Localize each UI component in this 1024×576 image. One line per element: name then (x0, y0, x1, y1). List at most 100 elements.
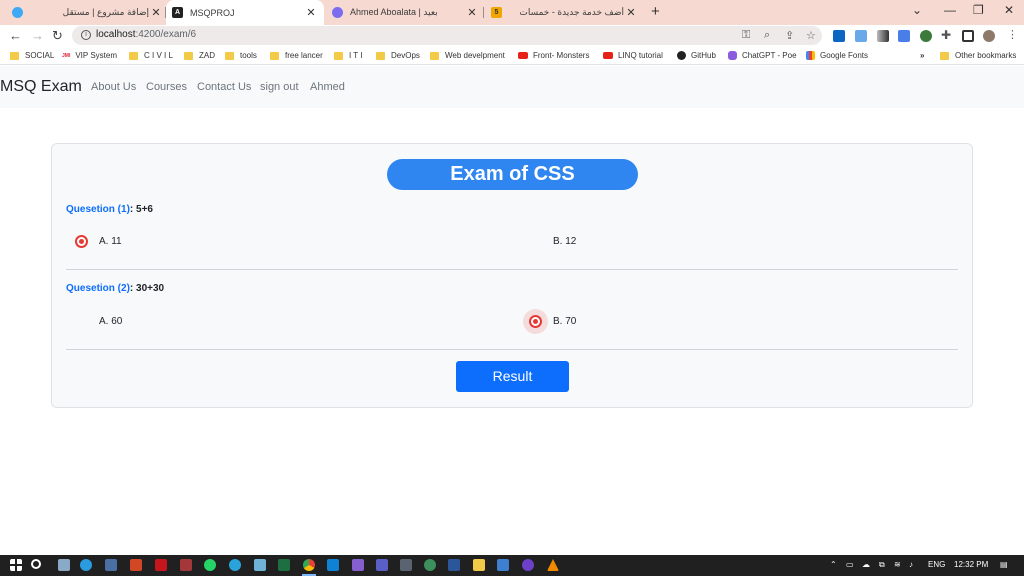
site-info-icon[interactable]: i (81, 30, 91, 40)
bookmark-item[interactable]: C I V I L (129, 51, 173, 60)
tab-close-icon[interactable]: ✕ (304, 6, 318, 19)
bookmark-label: ZAD (199, 51, 215, 60)
vlc-icon[interactable] (547, 559, 559, 571)
minimize-icon[interactable]: — (944, 3, 956, 17)
result-button[interactable]: Result (456, 361, 569, 392)
url-path: :4200/exam/6 (135, 29, 197, 40)
side-panel-icon[interactable] (962, 30, 974, 42)
notepad-icon[interactable] (254, 559, 266, 571)
zoom-icon[interactable]: ⌕ (764, 29, 770, 42)
bookmark-item[interactable]: DevOps (376, 51, 420, 60)
file-explorer-icon[interactable] (58, 559, 70, 571)
share-icon[interactable]: ⇪ (785, 29, 794, 42)
option-q1-b[interactable]: B. 12 (529, 235, 576, 248)
tray-chevron-icon[interactable]: ⌃ (830, 560, 837, 569)
menu-dots-icon[interactable]: ⋮ (1007, 28, 1018, 41)
powerpoint-icon[interactable] (130, 559, 142, 571)
radio-selected-icon[interactable] (75, 235, 88, 248)
clock[interactable]: 12:32 PM (954, 560, 988, 569)
radio-unselected-icon[interactable] (75, 315, 88, 328)
browser-tab-active[interactable]: A MSQPROJ ✕ (166, 0, 324, 25)
wifi-icon[interactable]: ≋ (894, 560, 901, 569)
bookmark-item[interactable]: Web develpment (430, 51, 505, 60)
search-icon[interactable] (31, 559, 41, 569)
bookmark-label: Front- Monsters (533, 51, 590, 60)
excel-icon[interactable] (278, 559, 290, 571)
github-desktop-icon[interactable] (522, 559, 534, 571)
restore-icon[interactable]: ❐ (973, 3, 984, 17)
bookmark-item[interactable]: SOCIAL (10, 51, 54, 60)
browser-tab[interactable]: 5 أضف خدمة جديدة - خمسات ✕ (487, 0, 642, 25)
bookmark-item[interactable]: I T I (334, 51, 363, 60)
close-window-icon[interactable]: ✕ (1004, 3, 1014, 17)
bookmark-item[interactable]: GitHub (677, 51, 716, 60)
address-bar[interactable]: i localhost:4200/exam/6 ⚿ ⌕ ⇪ ☆ (72, 26, 822, 45)
monitor-app-icon[interactable] (105, 559, 117, 571)
visual-studio-icon[interactable] (352, 559, 364, 571)
acrobat-icon[interactable] (155, 559, 167, 571)
option-q1-a[interactable]: A. 11 (75, 235, 122, 248)
nav-link-signout[interactable]: sign out (260, 81, 299, 93)
other-bookmarks[interactable]: Other bookmarks (940, 51, 1016, 60)
language-indicator[interactable]: ENG (928, 560, 945, 569)
forward-icon[interactable]: → (31, 28, 44, 43)
nav-link-courses[interactable]: Courses (146, 81, 187, 93)
browser-tab[interactable]: إضافة مشروع | مستقل ✕ (10, 0, 166, 25)
radio-selected-icon[interactable] (529, 315, 542, 328)
camera-app-icon[interactable] (497, 559, 509, 571)
exam-card: Exam of CSS Quesetion (1): 5+6 A. 11 B. … (51, 143, 973, 408)
chrome-icon[interactable] (303, 559, 315, 571)
vscode-icon[interactable] (327, 559, 339, 571)
new-tab-icon[interactable]: + (651, 3, 660, 20)
cloud-icon[interactable]: ☁ (862, 560, 870, 569)
telegram-icon[interactable] (229, 559, 241, 571)
brand-logo[interactable]: MSQ Exam (0, 78, 82, 96)
url-text[interactable]: localhost:4200/exam/6 (96, 29, 196, 40)
bookmark-item[interactable]: free lancer (270, 51, 323, 60)
tab-search-chevron-icon[interactable]: ⌄ (912, 3, 922, 17)
key-icon[interactable]: ⚿ (742, 29, 750, 42)
back-icon[interactable]: ← (9, 28, 22, 43)
bookmark-item[interactable]: ChatGPT - Poe (728, 51, 797, 60)
option-q2-a[interactable]: A. 60 (75, 315, 122, 328)
display-icon[interactable]: ⧉ (879, 560, 885, 570)
bookmarks-overflow-icon[interactable]: » (920, 51, 924, 60)
teams-icon[interactable] (376, 559, 388, 571)
profile-avatar[interactable] (983, 30, 995, 42)
bookmark-item[interactable]: LINQ tutorial (603, 51, 663, 60)
tab-close-icon[interactable]: ✕ (149, 6, 163, 19)
browser-tab[interactable]: Ahmed Aboalata | بعيد ✕ (328, 0, 484, 25)
radio-unselected-icon[interactable] (529, 235, 542, 248)
grayscale-extension-icon[interactable] (877, 30, 889, 42)
edge-icon[interactable] (80, 559, 92, 571)
bookmark-item[interactable]: Google Fonts (806, 51, 868, 60)
bookmark-item[interactable]: tools (225, 51, 257, 60)
volume-icon[interactable]: ♪ (909, 560, 913, 569)
access-icon[interactable] (180, 559, 192, 571)
word-icon[interactable] (448, 559, 460, 571)
whatsapp-icon[interactable] (204, 559, 216, 571)
globe-app-icon[interactable] (424, 559, 436, 571)
start-windows-icon[interactable] (10, 559, 22, 571)
translate-extension-icon[interactable] (898, 30, 910, 42)
extensions-puzzle-icon[interactable]: ✚ (941, 28, 951, 42)
nav-link-contact[interactable]: Contact Us (197, 81, 251, 93)
screenshot-extension-icon[interactable] (855, 30, 867, 42)
calculator-icon[interactable] (400, 559, 412, 571)
linkedin-extension-icon[interactable] (833, 30, 845, 42)
bookmark-star-icon[interactable]: ☆ (806, 29, 816, 42)
tab-close-icon[interactable]: ✕ (624, 6, 638, 19)
globe-extension-icon[interactable] (920, 30, 932, 42)
bookmark-item[interactable]: ZAD (184, 51, 215, 60)
battery-icon[interactable]: ▭ (846, 560, 854, 569)
nav-link-user[interactable]: Ahmed (310, 81, 345, 93)
option-q2-b[interactable]: B. 70 (529, 315, 576, 328)
tab-close-icon[interactable]: ✕ (465, 6, 479, 19)
tab-title: MSQPROJ (190, 7, 235, 18)
bookmark-item[interactable]: Front- Monsters (518, 51, 589, 60)
reload-icon[interactable]: ↻ (52, 28, 63, 44)
folder-app-icon[interactable] (473, 559, 485, 571)
notifications-icon[interactable]: ▤ (1000, 560, 1008, 569)
bookmark-item[interactable]: JMI VIP System (62, 51, 117, 60)
nav-link-about[interactable]: About Us (91, 81, 136, 93)
